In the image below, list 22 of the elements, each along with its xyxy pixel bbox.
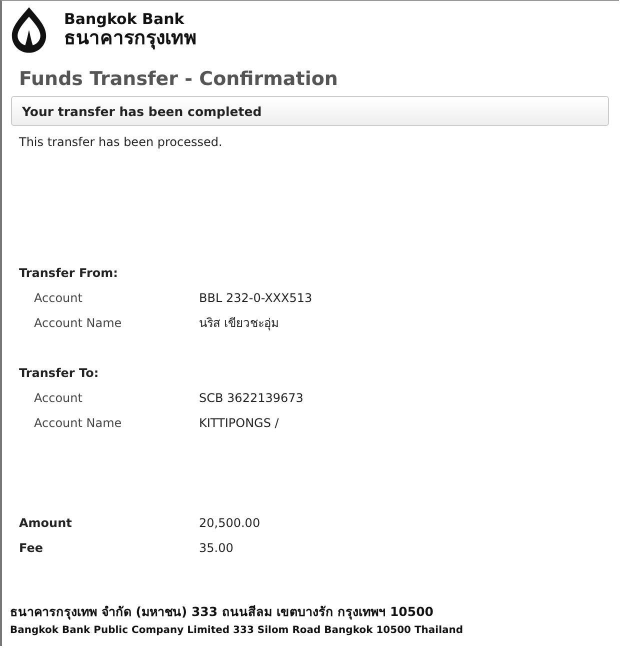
footer-address: Bangkok Bank Public Company Limited 333 Silom Road Bangkok 10500 Thailand [10,625,464,636]
page-title: Funds Transfer - Confirmation [19,68,339,90]
field-value: SCB 3622139673 [199,390,304,407]
section-heading: Transfer From: [19,265,119,282]
total-label: Fee [19,540,44,557]
field-label: Account Name [34,315,123,332]
status-message: This transfer has been processed. [19,135,224,149]
field-value: KITTIPONGS / [199,415,279,432]
total-value: 35.00 [199,540,234,557]
lotus-logo-icon [10,5,48,55]
field-value: นริส เขียวชะอุ่ม [199,315,279,332]
bank-name-thai: ธนาคารกรุงเทพ [64,28,197,49]
section-heading: Transfer To: [19,365,100,382]
status-box: Your transfer has been completed [11,96,609,126]
field-label: Account [34,290,84,307]
field-label: Account Name [34,415,123,432]
footer-address-thai: ธนาคารกรุงเทพ จำกัด (มหาชน) 333 ถนนสีลม เขตบางรัก กรุงเทพฯ 10500 [10,603,434,622]
field-label: Account [34,390,84,407]
field-value: BBL 232-0-XXX513 [199,290,312,307]
total-value: 20,500.00 [199,515,260,532]
total-label: Amount [19,515,73,532]
bank-name: Bangkok Bank [64,11,186,28]
